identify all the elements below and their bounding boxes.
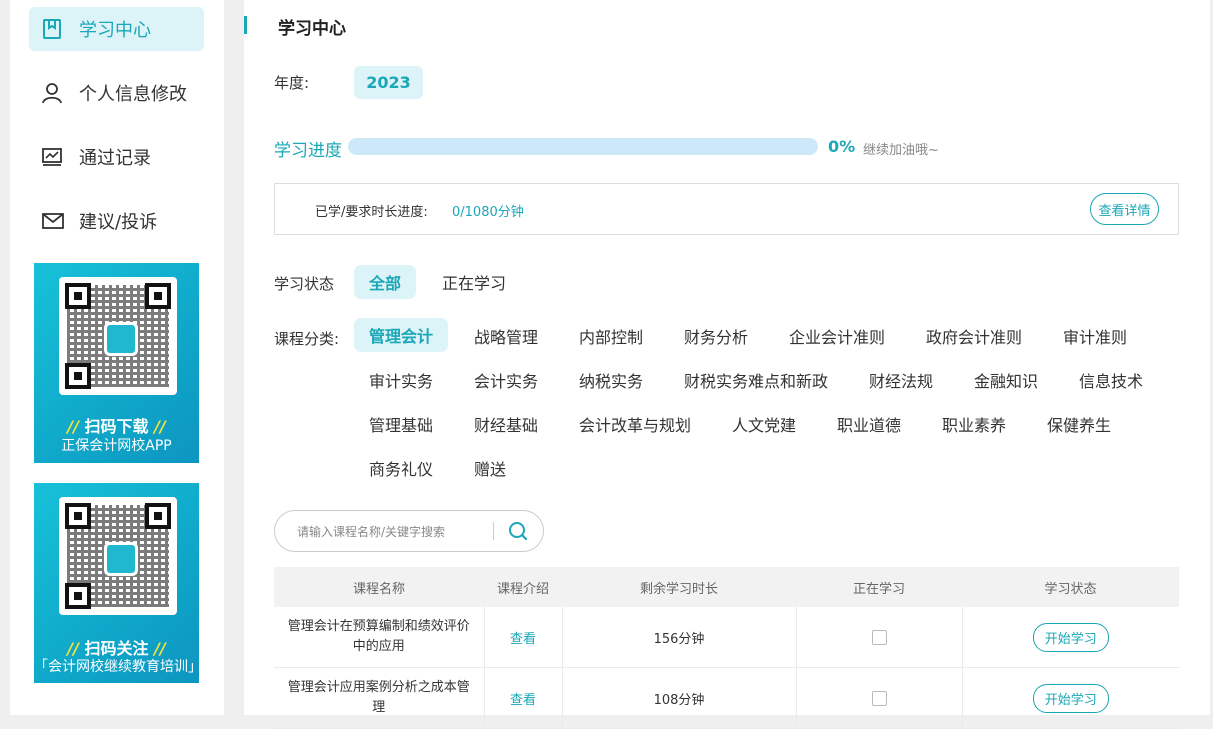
logo-icon xyxy=(104,322,138,356)
column-header: 课程介绍 xyxy=(484,567,562,607)
category-chip[interactable]: 信息技术 xyxy=(1064,363,1158,397)
progress-percent: 0% xyxy=(828,137,856,156)
category-chip[interactable]: 人文党建 xyxy=(717,407,811,441)
category-chip[interactable]: 财经法规 xyxy=(854,363,948,397)
category-chip[interactable]: 纳税实务 xyxy=(564,363,658,397)
duration-panel: 已学/要求时长进度: 0/1080分钟 查看详情 xyxy=(274,183,1179,235)
remaining-time: 156分钟 xyxy=(561,607,796,668)
category-chip[interactable]: 商务礼仪 xyxy=(354,451,448,485)
category-chip[interactable]: 企业会计准则 xyxy=(774,319,900,353)
table-row: 管理会计应用案例分析之成本管理 查看 108分钟 开始学习 xyxy=(274,667,1179,729)
logo-icon xyxy=(104,542,138,576)
mail-icon xyxy=(41,210,71,232)
category-chip[interactable]: 财务分析 xyxy=(669,319,763,353)
category-chip[interactable]: 赠送 xyxy=(459,451,521,485)
learning-checkbox[interactable] xyxy=(871,690,887,706)
wechat-follow-qr-card: // 扫码关注 // 「会计网校继续教育培训」 xyxy=(34,483,199,683)
sidebar-item-label: 建议/投诉 xyxy=(79,212,158,233)
sidebar-item-profile[interactable]: 个人信息修改 xyxy=(29,71,204,115)
year-label: 年度: xyxy=(274,74,310,92)
progress-label: 学习进度 xyxy=(274,141,342,161)
category-chip[interactable]: 战略管理 xyxy=(459,319,553,353)
category-chip[interactable]: 会计改革与规划 xyxy=(564,407,706,441)
app-download-qr-card: // 扫码下载 // 正保会计网校APP xyxy=(34,263,199,463)
category-chip[interactable]: 审计准则 xyxy=(1048,319,1142,353)
column-header: 正在学习 xyxy=(796,567,962,607)
start-learning-button[interactable]: 开始学习 xyxy=(1032,622,1109,652)
table-header-row: 课程名称 课程介绍 剩余学习时长 正在学习 学习状态 xyxy=(274,567,1179,607)
qr-code xyxy=(59,497,177,615)
qr-title: 扫码下载 xyxy=(84,417,149,436)
sidebar-item-learning-center[interactable]: 学习中心 xyxy=(29,7,204,51)
category-chip[interactable]: 会计实务 xyxy=(459,363,553,397)
search-input[interactable] xyxy=(295,521,489,543)
chart-icon xyxy=(41,146,71,168)
category-chip[interactable]: 管理基础 xyxy=(354,407,448,441)
user-icon xyxy=(41,82,71,104)
qr-subtitle: 「会计网校继续教育培训」 xyxy=(34,659,199,675)
course-name: 管理会计应用案例分析之成本管理 xyxy=(274,667,484,729)
course-name: 管理会计在预算编制和绩效评价 中的应用 xyxy=(274,607,484,668)
main-content: 学习中心 年度: 2023 学习进度 0% 继续加油哦~ 已学/要求时长进度: … xyxy=(244,0,1210,729)
title-accent-bar xyxy=(244,16,247,34)
category-chip[interactable]: 管理会计 xyxy=(354,318,449,352)
column-header: 剩余学习时长 xyxy=(562,567,796,607)
column-header: 课程名称 xyxy=(274,567,484,607)
qr-code xyxy=(59,277,177,395)
course-search-box xyxy=(274,510,544,552)
sidebar-item-label: 个人信息修改 xyxy=(79,84,187,105)
book-icon xyxy=(41,18,71,40)
category-chip[interactable]: 审计实务 xyxy=(354,363,448,397)
duration-value: 0/1080分钟 xyxy=(452,205,524,220)
qr-subtitle: 正保会计网校APP xyxy=(61,438,172,454)
table-row: 管理会计在预算编制和绩效评价 中的应用 查看 156分钟 开始学习 xyxy=(274,607,1179,668)
year-selector[interactable]: 2023 xyxy=(354,66,423,99)
sidebar: 学习中心 个人信息修改 通过记录 建议/投诉 // 扫码下载 // 正保会计网校… xyxy=(10,0,224,715)
duration-label: 已学/要求时长进度: xyxy=(315,205,428,220)
sidebar-item-feedback[interactable]: 建议/投诉 xyxy=(29,199,204,243)
status-option-all[interactable]: 全部 xyxy=(354,265,417,299)
category-chip[interactable]: 职业道德 xyxy=(822,407,916,441)
search-icon[interactable] xyxy=(507,520,529,542)
sidebar-item-label: 学习中心 xyxy=(79,20,151,41)
view-details-button[interactable]: 查看详情 xyxy=(1090,193,1159,225)
sidebar-item-records[interactable]: 通过记录 xyxy=(29,135,204,179)
search-divider xyxy=(493,522,494,540)
learning-checkbox[interactable] xyxy=(871,629,887,645)
remaining-time: 108分钟 xyxy=(561,667,796,729)
start-learning-button[interactable]: 开始学习 xyxy=(1032,683,1109,713)
category-chip[interactable]: 财税实务难点和新政 xyxy=(669,363,843,397)
view-intro-link[interactable]: 查看 xyxy=(483,667,562,729)
status-option-learning[interactable]: 正在学习 xyxy=(427,265,521,299)
course-table: 课程名称 课程介绍 剩余学习时长 正在学习 学习状态 管理会计在预算编制和绩效评… xyxy=(274,567,1179,729)
column-header: 学习状态 xyxy=(962,567,1179,607)
category-chip[interactable]: 政府会计准则 xyxy=(911,319,1037,353)
view-intro-link[interactable]: 查看 xyxy=(483,607,562,668)
category-chip[interactable]: 金融知识 xyxy=(959,363,1053,397)
status-label: 学习状态 xyxy=(274,275,335,293)
page-title: 学习中心 xyxy=(278,19,346,39)
sidebar-item-label: 通过记录 xyxy=(79,148,151,169)
category-chip[interactable]: 财经基础 xyxy=(459,407,553,441)
category-label: 课程分类: xyxy=(274,330,340,348)
category-chip[interactable]: 内部控制 xyxy=(564,319,658,353)
category-chip[interactable]: 保健养生 xyxy=(1032,407,1126,441)
progress-bar xyxy=(348,138,818,155)
progress-hint: 继续加油哦~ xyxy=(863,143,939,158)
category-chip[interactable]: 职业素养 xyxy=(927,407,1021,441)
